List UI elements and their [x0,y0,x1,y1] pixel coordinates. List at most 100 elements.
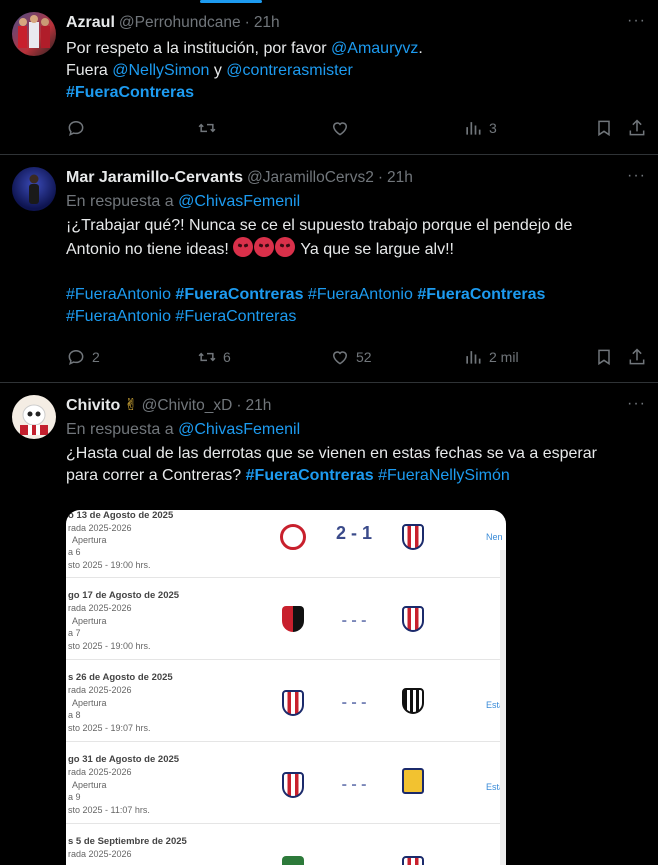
author-handle[interactable]: @Chivito_xD [142,395,233,417]
match-date: s 26 de Agosto de 2025 [68,672,173,683]
bookmark-button[interactable] [594,116,614,140]
mention-link[interactable]: @contrerasmister [226,62,353,79]
hashtag-link[interactable]: #FueraAntonio [308,286,413,303]
leon-crest-icon [282,856,304,865]
avatar[interactable] [12,395,56,439]
avatar[interactable] [12,167,56,211]
tweet-text: ¿Hasta cual de las derrotas que se viene… [66,443,646,487]
bookmark-button[interactable] [594,345,614,369]
match-time: sto 2025 - 19:00 hrs. [68,641,151,651]
repost-icon [198,352,216,362]
hashtag-link[interactable]: #FueraContreras [175,286,303,303]
tweet-text: Por respeto a la institución, por favor … [66,38,646,104]
match-row: o 13 de Agosto de 2025 rada 2025-2026 Ap… [66,510,506,578]
text-segment: y [209,62,227,79]
more-options-icon[interactable]: ··· [627,165,646,187]
text-line: ¡¿Trabajar qué?! Nunca se ce el supuesto… [66,217,573,234]
action-bar: 2 6 52 2 mil [66,345,646,369]
victory-hand-emoji: ✌ [124,397,138,414]
timestamp[interactable]: 21h [254,12,280,34]
match-round: a 7 [68,628,81,638]
reply-icon [68,349,84,366]
tweet-card[interactable]: Azraul @Perrohundcane · 21h Por respeto … [0,0,658,155]
reply-to-link[interactable]: @ChivasFemenil [178,193,300,210]
more-options-icon[interactable]: ··· [627,393,646,415]
hashtag-link[interactable]: #FueraContreras [66,84,194,101]
match-score: 2 - 1 [335,523,373,543]
reply-prefix: En respuesta a [66,193,179,210]
match-side-label: Nen [486,532,503,542]
hashtag-link[interactable]: #FueraContreras [246,467,374,484]
monterrey-crest-icon [402,688,424,714]
angry-face-icon [233,237,254,257]
match-row: go 17 de Agosto de 2025 rada 2025-2026 A… [66,578,506,660]
hashtag-link[interactable]: #FueraAntonio [66,286,171,303]
share-icon [629,348,645,365]
bookmark-icon [598,120,610,137]
share-button[interactable] [627,345,647,369]
hashtag-link[interactable]: #FueraContreras [175,308,296,325]
share-button[interactable] [627,116,647,140]
reply-to-link[interactable]: @ChivasFemenil [178,421,300,438]
chivas-crest-icon [402,856,424,865]
avatar-image-icon [29,174,39,204]
more-options-icon[interactable]: ··· [627,10,646,32]
reply-count: 2 [92,349,100,365]
repost-button[interactable]: 6 [197,345,231,369]
like-button[interactable]: 52 [330,345,372,369]
match-season: rada 2025-2026 [68,685,132,695]
text-line: ¿Hasta cual de las derrotas que se viene… [66,445,597,462]
views-button[interactable]: 2 mil [463,345,519,369]
tweet-text: ¡¿Trabajar qué?! Nunca se ce el supuesto… [66,215,646,328]
author-name[interactable]: Mar Jaramillo-Cervants [66,167,243,189]
timestamp[interactable]: 21h [387,167,413,189]
tweet-media-image[interactable]: o 13 de Agosto de 2025 rada 2025-2026 Ap… [66,510,506,865]
timestamp[interactable]: 21h [245,395,271,417]
views-button[interactable]: 3 [463,116,497,140]
repost-icon [198,123,216,133]
angry-face-icon [275,237,296,257]
match-round: a 9 [68,792,81,802]
mention-link[interactable]: @NellySimon [112,62,209,79]
tigres-crest-icon [402,768,424,794]
like-button[interactable] [330,116,350,140]
match-time: sto 2025 - 19:07 hrs. [68,723,151,733]
avatar[interactable] [12,12,56,56]
views-chart-icon [466,122,481,135]
action-bar: 3 [66,116,646,140]
repost-button[interactable] [197,116,217,140]
avatar-image-icon [20,404,48,435]
tweet-card[interactable]: Mar Jaramillo-Cervants @JaramilloCervs2 … [0,155,658,383]
reply-button[interactable] [66,116,86,140]
repost-count: 6 [223,349,231,365]
chivas-crest-icon [282,772,304,798]
chivas-crest-icon [402,524,424,550]
match-season: rada 2025-2026 [68,603,132,613]
reply-button[interactable]: 2 [66,345,100,369]
match-round: a 6 [68,547,81,557]
author-handle[interactable]: @Perrohundcane [119,12,241,34]
match-round: a 8 [68,710,81,720]
reply-prefix: En respuesta a [66,421,179,438]
author-handle[interactable]: @JaramilloCervs2 [247,167,374,189]
match-season: rada 2025-2026 [68,767,132,777]
hashtag-link[interactable]: #FueraNellySimón [374,467,510,484]
text-segment: . [418,40,423,57]
match-phase: Apertura [72,535,107,545]
author-name[interactable]: Chivito [66,395,120,417]
match-date: go 17 de Agosto de 2025 [68,590,180,601]
mention-link[interactable]: @Amauryvz [331,40,418,57]
like-count: 52 [356,349,372,365]
author-name[interactable]: Azraul [66,12,115,34]
text-segment: Por respeto a la institución, por favor [66,40,332,57]
views-count: 2 mil [489,349,519,365]
image-edge-shadow [500,550,506,865]
views-chart-icon [466,351,481,364]
match-time: sto 2025 - 11:07 hrs. [68,805,150,815]
match-phase: Apertura [72,780,107,790]
hashtag-link[interactable]: #FueraContreras [417,286,545,303]
match-season: rada 2025-2026 [68,523,132,533]
reply-context: En respuesta a @ChivasFemenil [66,419,646,441]
chivas-crest-icon [282,690,304,716]
hashtag-link[interactable]: #FueraAntonio [66,308,171,325]
